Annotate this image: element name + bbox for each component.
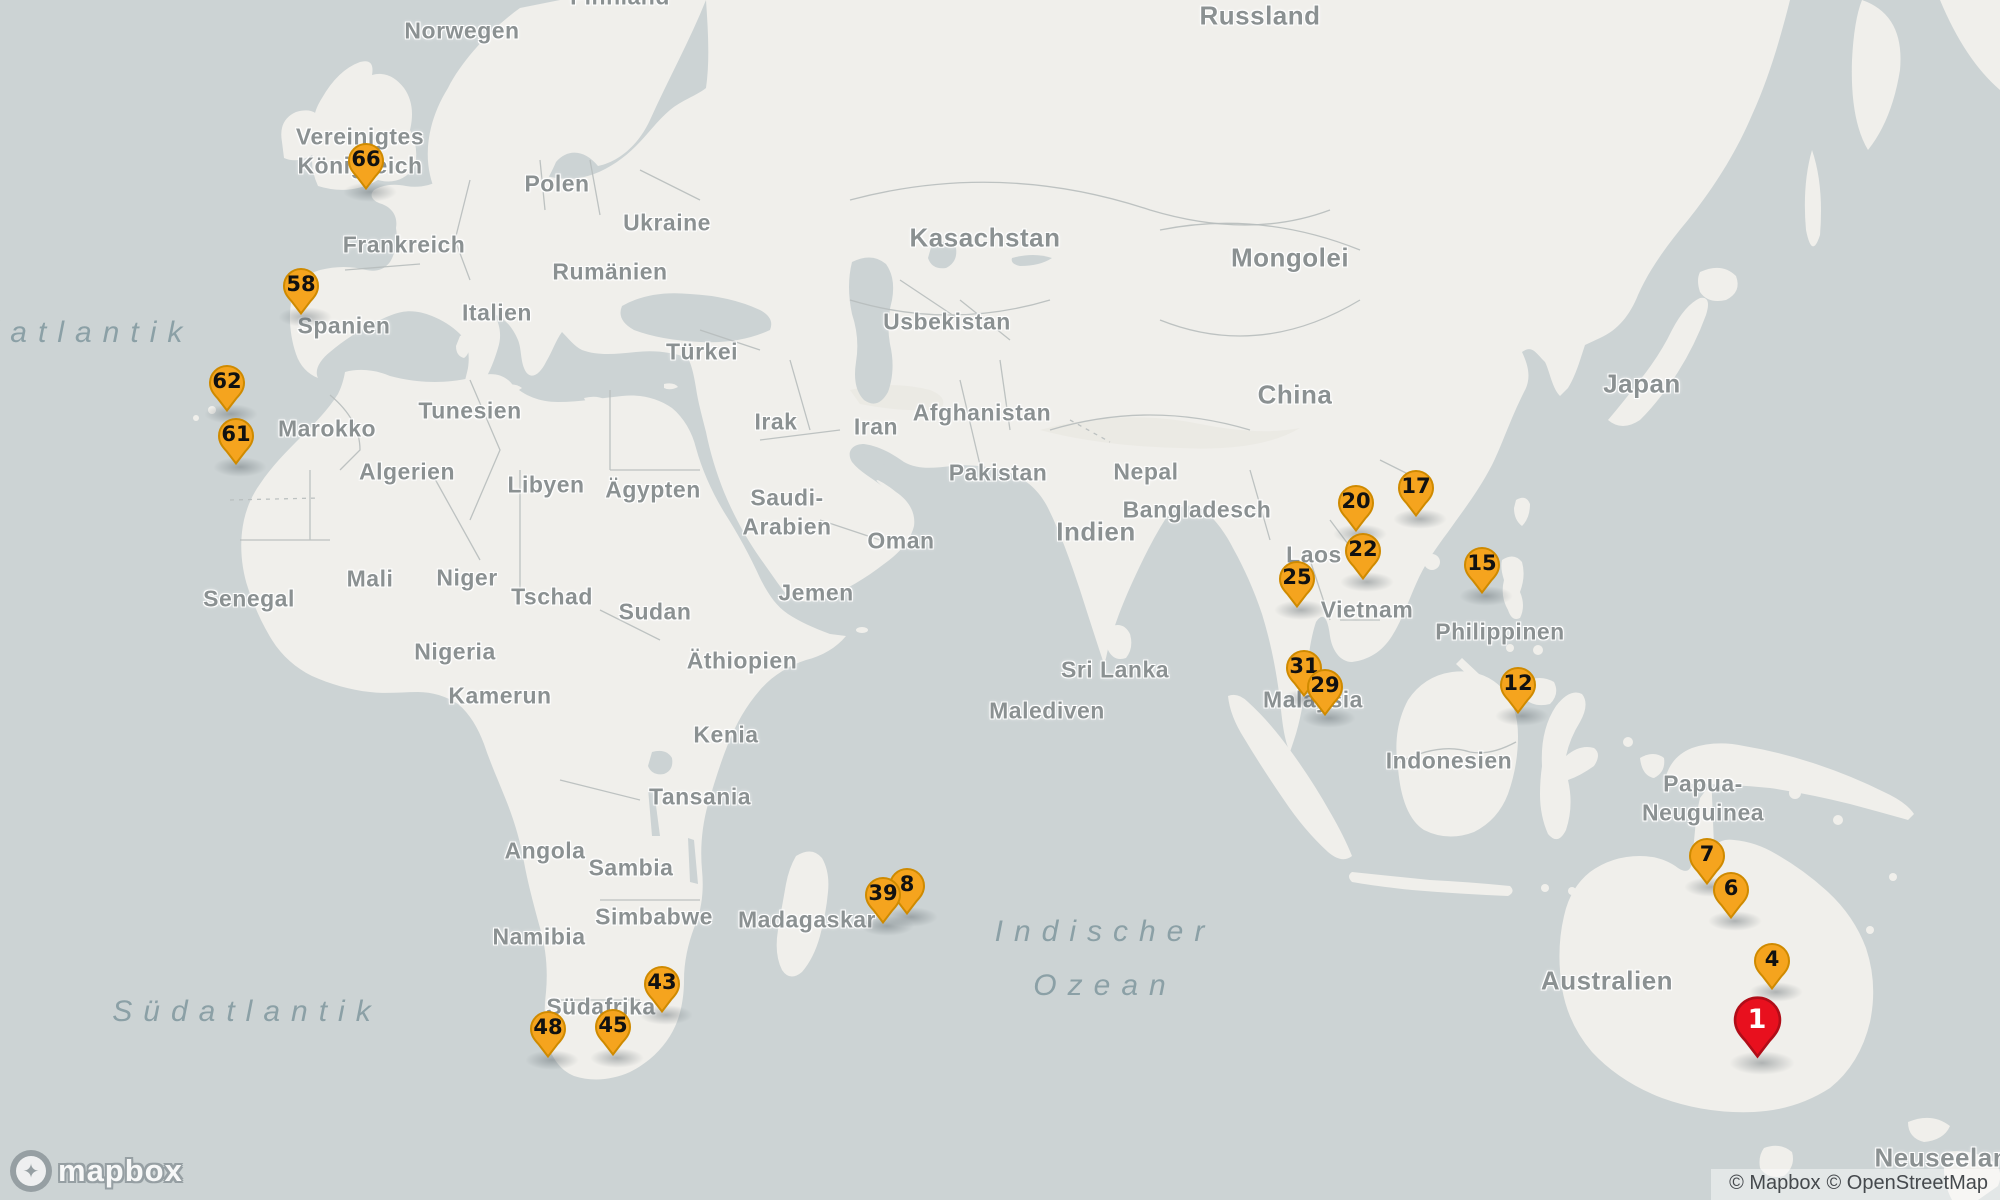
- mapbox-logo-icon: ✦: [10, 1150, 52, 1192]
- marker-number: 58: [286, 272, 316, 296]
- map-marker[interactable]: 29: [1305, 668, 1345, 718]
- marker-number: 62: [212, 369, 242, 393]
- marker-number: 29: [1310, 673, 1340, 697]
- marker-number: 43: [647, 970, 677, 994]
- marker-number: 66: [351, 147, 381, 171]
- marker-number: 12: [1503, 671, 1533, 695]
- world-map-land: [193, 0, 2000, 1200]
- marker-number: 39: [868, 881, 898, 905]
- map-marker[interactable]: 58: [281, 267, 321, 317]
- map-marker[interactable]: 6: [1711, 871, 1751, 921]
- marker-number: 48: [533, 1015, 563, 1039]
- marker-number: 25: [1282, 565, 1312, 589]
- marker-number: 4: [1764, 947, 1780, 971]
- map-marker[interactable]: 39: [863, 876, 903, 926]
- map-marker[interactable]: 12: [1498, 666, 1538, 716]
- marker-number: 22: [1348, 537, 1378, 561]
- attribution-link[interactable]: © Mapbox: [1729, 1172, 1820, 1194]
- mapbox-wordmark: mapbox: [58, 1153, 183, 1188]
- marker-number: 15: [1467, 551, 1497, 575]
- map-marker[interactable]: 15: [1462, 546, 1502, 596]
- map-marker[interactable]: 17: [1396, 469, 1436, 519]
- map-marker[interactable]: 66: [346, 142, 386, 192]
- marker-number: 20: [1341, 489, 1371, 513]
- map-attribution: © Mapbox © OpenStreetMap: [1711, 1169, 2000, 1200]
- marker-number: 7: [1699, 842, 1715, 866]
- map-marker[interactable]: 20: [1336, 484, 1376, 534]
- map-marker[interactable]: 4: [1752, 942, 1792, 992]
- map-marker[interactable]: 62: [207, 364, 247, 414]
- marker-number: 1: [1747, 1004, 1767, 1035]
- attribution-link[interactable]: © OpenStreetMap: [1827, 1172, 1988, 1194]
- map-marker[interactable]: 1: [1731, 995, 1784, 1061]
- marker-number: 45: [598, 1013, 628, 1037]
- mapbox-logo[interactable]: ✦ mapbox: [10, 1150, 183, 1192]
- map-marker[interactable]: 45: [593, 1008, 633, 1058]
- map-marker[interactable]: 61: [216, 417, 256, 467]
- map-marker[interactable]: 25: [1277, 560, 1317, 610]
- marker-number: 6: [1723, 876, 1739, 900]
- map-marker[interactable]: 22: [1343, 532, 1383, 582]
- map-canvas[interactable]: NorwegenFinnlandRusslandVereinigtesKönig…: [0, 0, 2000, 1200]
- marker-number: 61: [221, 422, 251, 446]
- map-marker[interactable]: 43: [642, 965, 682, 1015]
- marker-number: 17: [1401, 474, 1431, 498]
- map-marker[interactable]: 48: [528, 1010, 568, 1060]
